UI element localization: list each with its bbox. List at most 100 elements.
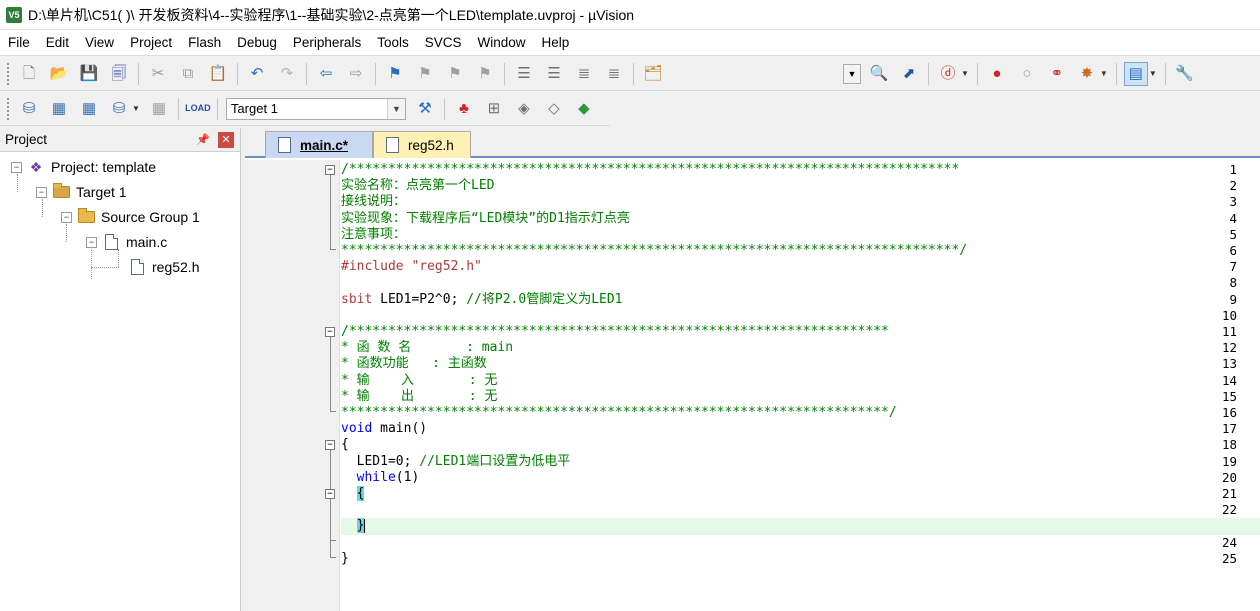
menu-view[interactable]: View: [77, 31, 122, 55]
chevron-down-icon[interactable]: ▼: [961, 69, 969, 78]
code-line[interactable]: [341, 502, 1260, 518]
code-line[interactable]: [341, 308, 1260, 324]
code-line[interactable]: * 输 入 : 无: [341, 373, 1260, 389]
unindent-icon[interactable]: ☰: [542, 62, 566, 86]
fold-toggle-icon[interactable]: −: [325, 440, 335, 450]
chevron-down-icon[interactable]: ▼: [386, 98, 405, 119]
navigate-forward-icon[interactable]: ⇨: [344, 62, 368, 86]
manage-rte-icon[interactable]: ◈: [512, 97, 536, 121]
tree-item-main-c[interactable]: − main.c: [86, 231, 167, 253]
code-line[interactable]: }: [341, 551, 1260, 567]
redo-icon[interactable]: ↷: [275, 62, 299, 86]
chevron-down-icon[interactable]: ▼: [1100, 69, 1108, 78]
code-line[interactable]: {: [341, 486, 1260, 502]
menu-edit[interactable]: Edit: [38, 31, 77, 55]
menu-svcs[interactable]: SVCS: [417, 31, 470, 55]
tab-main-c[interactable]: main.c*: [265, 131, 373, 158]
select-packs-icon[interactable]: ⊞: [482, 97, 506, 121]
close-icon[interactable]: ✕: [218, 131, 234, 148]
code-line[interactable]: /***************************************…: [341, 324, 1260, 340]
tab-reg52-h[interactable]: reg52.h: [373, 131, 471, 158]
rebuild-icon[interactable]: ▦: [77, 97, 101, 121]
code-editor[interactable]: 1 2 3 4 5 6 7 8 9 10 11 12 13 14 15 16 1…: [245, 160, 1260, 611]
next-bookmark-icon[interactable]: ⚑: [443, 62, 467, 86]
code-line[interactable]: 注意事项：: [341, 227, 1260, 243]
fold-toggle-icon[interactable]: −: [325, 327, 335, 337]
prev-bookmark-icon[interactable]: ⚑: [413, 62, 437, 86]
save-icon[interactable]: 💾: [77, 62, 101, 86]
menu-flash[interactable]: Flash: [180, 31, 229, 55]
code-line[interactable]: /***************************************…: [341, 162, 1260, 178]
code-line[interactable]: ****************************************…: [341, 405, 1260, 421]
code-line[interactable]: void main(): [341, 421, 1260, 437]
tree-item-reg52-h[interactable]: reg52.h: [127, 256, 199, 278]
collapse-icon[interactable]: −: [11, 161, 22, 173]
fold-toggle-icon[interactable]: −: [325, 165, 335, 175]
current-code-line[interactable]: }: [341, 518, 1260, 535]
menu-debug[interactable]: Debug: [229, 31, 285, 55]
collapse-icon[interactable]: −: [86, 236, 97, 248]
code-line[interactable]: LED1=0; //LED1端口设置为低电平: [341, 454, 1260, 470]
save-all-icon[interactable]: 🗐: [107, 62, 131, 86]
undo-icon[interactable]: ↶: [245, 62, 269, 86]
pin-icon[interactable]: 📌: [196, 133, 210, 146]
open-file-icon[interactable]: 📂: [47, 62, 71, 86]
find-in-files-icon[interactable]: 🗂: [641, 62, 665, 86]
fold-toggle-icon[interactable]: −: [325, 489, 335, 499]
code-line[interactable]: while(1): [341, 470, 1260, 486]
menu-window[interactable]: Window: [469, 31, 533, 55]
batch-build-icon[interactable]: ⛁: [107, 97, 131, 121]
incremental-find-icon[interactable]: ⬈: [897, 62, 921, 86]
cut-icon[interactable]: ✂: [146, 62, 170, 86]
tree-item-source-group[interactable]: − Source Group 1: [61, 206, 200, 228]
code-line[interactable]: * 函 数 名 : main: [341, 340, 1260, 356]
collapse-icon[interactable]: −: [61, 211, 72, 223]
menu-file[interactable]: File: [0, 31, 38, 55]
bookmark-icon[interactable]: ⚑: [383, 62, 407, 86]
code-line[interactable]: * 函数功能 : 主函数: [341, 356, 1260, 372]
target-options-icon[interactable]: ⚒: [413, 97, 437, 121]
disable-breakpoint-icon[interactable]: ○: [1015, 62, 1039, 86]
collapse-icon[interactable]: −: [36, 186, 47, 198]
translate-icon[interactable]: ⛁: [17, 97, 41, 121]
menu-project[interactable]: Project: [122, 31, 180, 55]
code-line[interactable]: 实验名称：点亮第一个LED: [341, 178, 1260, 194]
configuration-wrench-icon[interactable]: 🔧: [1173, 62, 1197, 86]
code-line[interactable]: [341, 535, 1260, 551]
comment-icon[interactable]: ≣: [572, 62, 596, 86]
window-layout-icon[interactable]: ▤: [1123, 61, 1148, 86]
toolbar-grip[interactable]: [6, 61, 10, 86]
tree-item-project[interactable]: − ❖ Project: template: [11, 156, 156, 178]
find-combo-dropdown-icon[interactable]: ▼: [843, 63, 861, 84]
chevron-down-icon[interactable]: ▼: [1149, 69, 1157, 78]
paste-icon[interactable]: 📋: [206, 62, 230, 86]
copy-icon[interactable]: ⧉: [176, 62, 200, 86]
target-select[interactable]: Target 1 ▼: [225, 97, 406, 120]
chevron-down-icon[interactable]: ▼: [132, 104, 140, 113]
new-file-icon[interactable]: 🗋: [17, 62, 41, 86]
code-line[interactable]: 接线说明：: [341, 194, 1260, 210]
toolbar-grip[interactable]: [6, 96, 10, 121]
tree-item-target[interactable]: − Target 1: [36, 181, 127, 203]
build-icon[interactable]: ▦: [47, 97, 71, 121]
breakpoint-icon[interactable]: ●: [985, 62, 1009, 86]
find-icon[interactable]: 🔍: [867, 62, 891, 86]
code-line[interactable]: 实验现象：下载程序后“LED模块”的D1指示灯点亮: [341, 211, 1260, 227]
code-line[interactable]: ****************************************…: [341, 243, 1260, 259]
pack-installer-icon[interactable]: ◆: [572, 97, 596, 121]
kill-breakpoints-icon[interactable]: ⚭: [1045, 62, 1069, 86]
code-line[interactable]: * 输 出 : 无: [341, 389, 1260, 405]
code-line[interactable]: sbit LED1=P2^0; //将P2.0管脚定义为LED1: [341, 292, 1260, 308]
menu-peripherals[interactable]: Peripherals: [285, 31, 369, 55]
menu-tools[interactable]: Tools: [369, 31, 417, 55]
navigate-back-icon[interactable]: ⇦: [314, 62, 338, 86]
code-line[interactable]: {: [341, 437, 1260, 453]
select-software-packs-icon[interactable]: ◇: [542, 97, 566, 121]
disable-all-breakpoints-icon[interactable]: ✸: [1075, 62, 1099, 86]
download-load-icon[interactable]: LOAD: [185, 97, 211, 121]
stop-build-icon[interactable]: ▦: [147, 97, 171, 121]
code-line[interactable]: [341, 275, 1260, 291]
menu-help[interactable]: Help: [534, 31, 578, 55]
clear-bookmarks-icon[interactable]: ⚑: [473, 62, 497, 86]
manage-project-items-icon[interactable]: ♣: [452, 97, 476, 121]
